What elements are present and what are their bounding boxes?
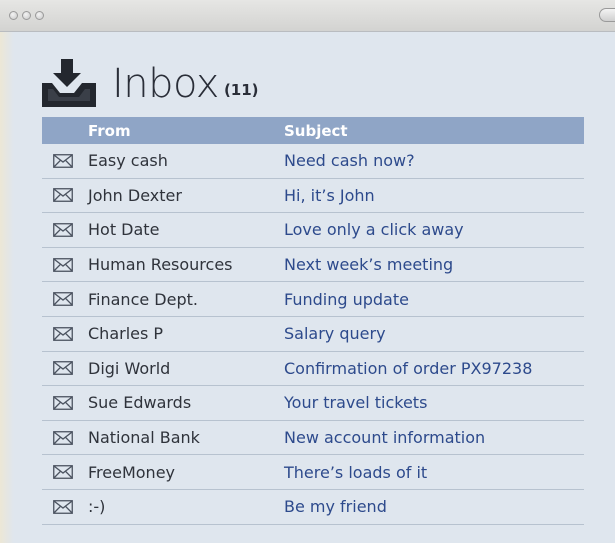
message-subject: Be my friend [284, 497, 387, 517]
message-row[interactable]: Human Resources Next week’s meeting [42, 248, 584, 283]
envelope-icon [42, 223, 88, 237]
message-subject: Confirmation of order PX97238 [284, 358, 533, 378]
message-subject: Need cash now? [284, 151, 415, 171]
inbox-header: Inbox (11) [40, 54, 259, 114]
table-header: From Subject [42, 117, 584, 144]
column-header-from[interactable]: From [42, 122, 284, 140]
message-subject: Salary query [284, 324, 386, 344]
title-bar[interactable] [0, 0, 615, 32]
envelope-icon [42, 292, 88, 307]
message-from: Finance Dept. [88, 289, 198, 309]
mail-window: Inbox (11) From Subject Easy cash Need c… [0, 0, 615, 543]
message-row[interactable]: National Bank New account information [42, 421, 584, 456]
envelope-icon [42, 499, 88, 514]
envelope-icon [42, 361, 88, 376]
message-row[interactable]: John Dexter Hi, it’s John [42, 179, 584, 214]
message-subject: Funding update [284, 289, 409, 309]
unread-count: (11) [223, 81, 259, 99]
envelope-icon [42, 188, 88, 203]
message-from: Sue Edwards [88, 393, 192, 413]
zoom-button[interactable] [35, 11, 44, 20]
column-header-subject[interactable]: Subject [284, 122, 348, 140]
message-row[interactable]: FreeMoney There’s loads of it [42, 455, 584, 490]
minimize-button[interactable] [22, 11, 31, 20]
message-from: Hot Date [88, 220, 160, 240]
message-subject: Love only a click away [284, 220, 464, 240]
envelope-icon [42, 465, 88, 480]
message-subject: Next week’s meeting [284, 255, 454, 275]
message-from: Easy cash [88, 151, 168, 171]
envelope-icon [42, 396, 88, 410]
message-from: FreeMoney [88, 462, 175, 482]
page-title: Inbox [112, 61, 219, 107]
message-from: Charles P [88, 324, 164, 344]
inbox-tray-icon [42, 59, 96, 107]
toolbar-toggle-button[interactable] [599, 8, 615, 22]
message-row[interactable]: Sue Edwards Your travel tickets [42, 386, 584, 421]
message-row[interactable]: Hot Date Love only a click away [42, 213, 584, 248]
message-row[interactable]: Finance Dept. Funding update [42, 282, 584, 317]
message-from: Digi World [88, 358, 171, 378]
envelope-icon [42, 257, 88, 272]
close-button[interactable] [9, 11, 18, 20]
window-edge [0, 32, 14, 543]
message-row[interactable]: Easy cash Need cash now? [42, 144, 584, 179]
message-row[interactable]: Digi World Confirmation of order PX97238 [42, 352, 584, 387]
message-from: National Bank [88, 428, 200, 448]
message-from: Human Resources [88, 255, 233, 275]
message-subject: Your travel tickets [284, 393, 428, 413]
envelope-icon [42, 153, 88, 168]
message-from: John Dexter [88, 185, 182, 205]
envelope-icon [42, 326, 88, 341]
message-rows: Easy cash Need cash now? John Dexter Hi,… [42, 144, 584, 525]
message-row[interactable]: Charles P Salary query [42, 317, 584, 352]
message-row[interactable]: :-) Be my friend [42, 490, 584, 525]
message-list: From Subject Easy cash Need cash now? Jo… [42, 117, 584, 525]
message-subject: Hi, it’s John [284, 185, 375, 205]
message-subject: New account information [284, 428, 486, 448]
envelope-icon [42, 430, 88, 445]
message-subject: There’s loads of it [284, 462, 428, 482]
message-from: :-) [88, 497, 106, 517]
